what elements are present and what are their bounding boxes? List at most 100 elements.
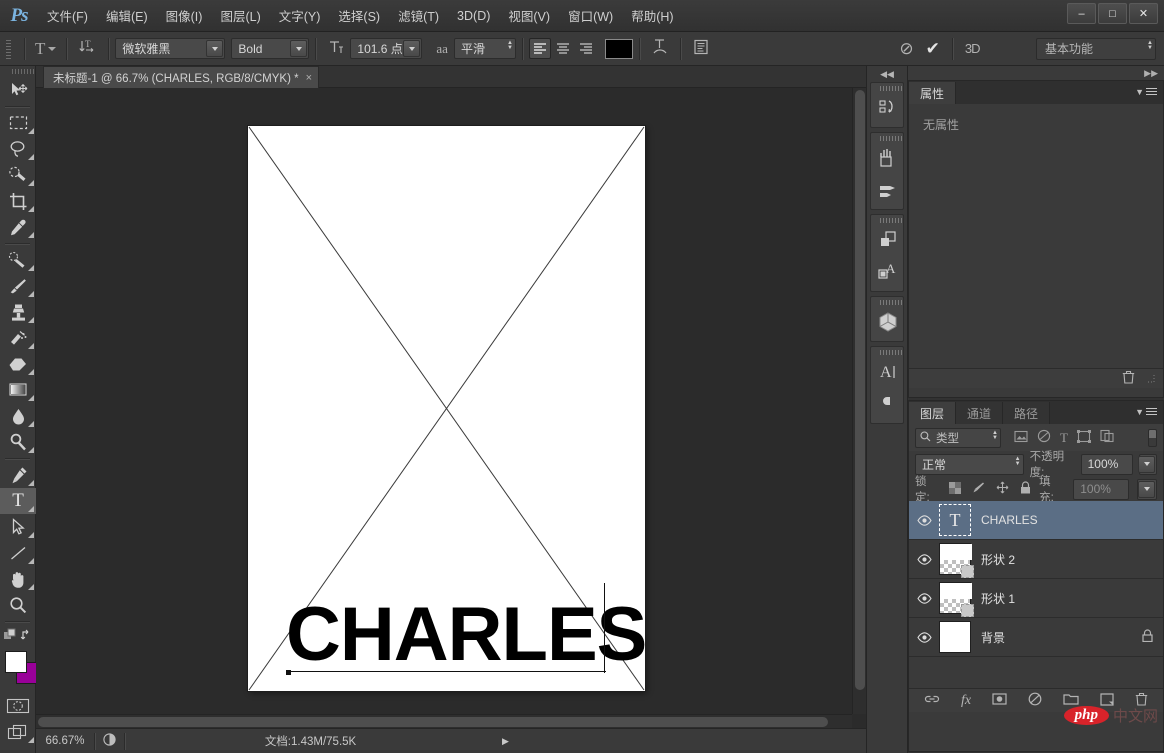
clone-stamp-tool[interactable] xyxy=(0,299,36,325)
dock-collapse-button[interactable]: ◀◀ xyxy=(867,66,907,82)
layer-thumbnail[interactable]: T xyxy=(939,504,971,536)
dodge-tool[interactable] xyxy=(0,429,36,455)
horizontal-type-tool[interactable]: T xyxy=(0,488,36,514)
layer-visibility-toggle[interactable] xyxy=(909,553,939,565)
canvas-area[interactable]: CHARLES xyxy=(36,88,866,728)
font-size-field[interactable]: 101.6 点 xyxy=(350,38,423,59)
menu-filter[interactable]: 滤镜(T) xyxy=(389,2,448,29)
menu-select[interactable]: 选择(S) xyxy=(329,2,389,29)
document-tab[interactable]: 未标题-1 @ 66.7% (CHARLES, RGB/8/CMYK) * × xyxy=(43,66,320,88)
eraser-tool[interactable] xyxy=(0,351,36,377)
opacity-slider-button[interactable] xyxy=(1138,453,1157,475)
layer-visibility-toggle[interactable] xyxy=(909,514,939,526)
layer-thumbnail[interactable] xyxy=(939,543,974,578)
hand-tool[interactable] xyxy=(0,566,36,592)
link-layers-icon[interactable] xyxy=(924,693,940,708)
menu-edit[interactable]: 编辑(E) xyxy=(97,2,157,29)
zoom-level[interactable]: 66.67% xyxy=(36,735,94,747)
lock-all-icon[interactable] xyxy=(1020,481,1031,497)
paragraph-panel-icon[interactable] xyxy=(871,388,905,420)
layer-visibility-toggle[interactable] xyxy=(909,592,939,604)
line-tool[interactable] xyxy=(0,540,36,566)
history-brush-tool[interactable] xyxy=(0,325,36,351)
menu-view[interactable]: 视图(V) xyxy=(499,2,559,29)
path-selection-tool[interactable] xyxy=(0,514,36,540)
lock-transparency-icon[interactable] xyxy=(949,481,962,497)
panels-collapse-button[interactable]: ▶▶ xyxy=(908,66,1164,80)
dock-grip[interactable] xyxy=(871,83,903,92)
menu-type[interactable]: 文字(Y) xyxy=(270,2,330,29)
layer-visibility-toggle[interactable] xyxy=(909,631,939,643)
pen-tool[interactable] xyxy=(0,462,36,488)
eyedropper-tool[interactable] xyxy=(0,214,36,240)
chevron-down-icon[interactable] xyxy=(290,40,308,57)
align-left-button[interactable] xyxy=(528,38,551,59)
layer-comps-panel-icon[interactable] xyxy=(871,224,905,256)
chevron-down-icon[interactable] xyxy=(403,40,421,57)
tab-layers[interactable]: 图层 xyxy=(909,402,957,424)
menu-window[interactable]: 窗口(W) xyxy=(559,2,622,29)
dock-grip[interactable] xyxy=(871,347,903,356)
tab-channels[interactable]: 通道 xyxy=(956,402,1004,424)
dock-grip[interactable] xyxy=(871,297,903,306)
tab-paths[interactable]: 路径 xyxy=(1003,402,1051,424)
menu-help[interactable]: 帮助(H) xyxy=(622,2,682,29)
canvas-vertical-scrollbar[interactable] xyxy=(852,88,866,714)
close-button[interactable]: ✕ xyxy=(1129,3,1158,24)
menu-file[interactable]: 文件(F) xyxy=(38,2,97,29)
menu-layer[interactable]: 图层(L) xyxy=(211,2,269,29)
tools-panel-grip[interactable] xyxy=(0,66,35,77)
font-style-field[interactable]: Bold xyxy=(231,38,310,59)
foreground-color-swatch[interactable] xyxy=(5,651,27,673)
layer-filter-type-select[interactable]: 类型 ▲ ▼ xyxy=(915,427,1001,448)
move-tool[interactable] xyxy=(0,77,36,103)
chevron-down-icon[interactable] xyxy=(1138,480,1155,498)
status-menu-arrow[interactable]: ▶ xyxy=(496,736,515,747)
resize-grip[interactable] xyxy=(1145,372,1155,386)
menu-image[interactable]: 图像(I) xyxy=(157,2,212,29)
layer-name[interactable]: CHARLES xyxy=(971,513,1038,527)
warp-text-icon[interactable] xyxy=(646,38,674,59)
stepper-icon[interactable]: ▲ ▼ xyxy=(1015,456,1021,467)
spot-healing-brush-tool[interactable] xyxy=(0,247,36,273)
character-styles-panel-icon[interactable]: A xyxy=(871,256,905,288)
canvas-horizontal-scrollbar[interactable] xyxy=(36,714,852,728)
stepper-icon[interactable]: ▲ ▼ xyxy=(992,430,998,441)
properties-panel-menu-button[interactable]: ▼ xyxy=(1135,86,1157,97)
table-row[interactable]: 背景 xyxy=(909,618,1163,657)
close-icon[interactable]: × xyxy=(306,72,312,84)
brush-panel-icon[interactable] xyxy=(871,174,905,206)
scrollbar-thumb[interactable] xyxy=(855,90,865,690)
quick-mask-icon[interactable] xyxy=(0,693,36,719)
dock-grip[interactable] xyxy=(871,215,903,224)
chevron-down-icon[interactable] xyxy=(206,40,224,57)
scrollbar-thumb[interactable] xyxy=(38,717,828,727)
canvas-text-layer[interactable]: CHARLES xyxy=(286,596,645,672)
fill-slider-button[interactable] xyxy=(1137,478,1157,500)
filter-shape-icon[interactable] xyxy=(1076,429,1091,446)
align-right-button[interactable] xyxy=(574,38,597,59)
blur-tool[interactable] xyxy=(0,403,36,429)
gradient-tool[interactable] xyxy=(0,377,36,403)
stepper-icon[interactable]: ▲ ▼ xyxy=(507,40,513,51)
adjustment-layer-icon[interactable] xyxy=(1028,692,1042,709)
text-orientation-icon[interactable]: T xyxy=(73,38,102,59)
filter-smart-object-icon[interactable] xyxy=(1100,429,1114,446)
filter-adjustment-icon[interactable] xyxy=(1037,429,1051,446)
cancel-edit-icon[interactable]: ⊘ xyxy=(893,39,919,59)
filter-type-icon[interactable]: T xyxy=(1060,430,1068,446)
3d-panel-icon[interactable] xyxy=(871,306,905,338)
anti-alias-field[interactable]: 平滑 ▲ ▼ xyxy=(453,38,516,59)
layer-name[interactable]: 背景 xyxy=(971,629,1005,646)
layer-filter-enable-toggle[interactable] xyxy=(1148,428,1157,447)
lock-image-icon[interactable] xyxy=(972,481,985,497)
layer-style-fx-icon[interactable]: fx xyxy=(961,693,971,709)
layer-thumbnail[interactable] xyxy=(939,582,974,617)
tool-preset-picker[interactable]: T xyxy=(31,39,60,59)
table-row[interactable]: T CHARLES xyxy=(909,501,1163,540)
tab-properties[interactable]: 属性 xyxy=(909,82,957,104)
font-family-field[interactable]: 微软雅黑 xyxy=(115,38,226,59)
3d-mode-icon[interactable]: 3D xyxy=(959,41,986,56)
artboard[interactable]: CHARLES xyxy=(248,126,645,691)
lasso-tool[interactable] xyxy=(0,136,36,162)
